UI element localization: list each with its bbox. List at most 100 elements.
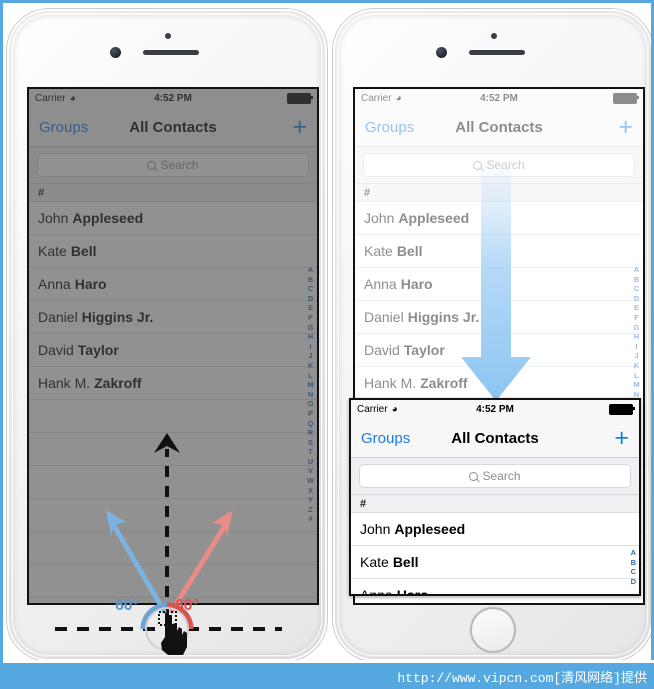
home-button[interactable] bbox=[470, 607, 516, 653]
index-letter[interactable]: B bbox=[631, 558, 636, 568]
alphabet-index-bar[interactable]: ABCDEFGHIJKLMNOPQRSTUVWXYZ# bbox=[307, 265, 314, 524]
contact-first-name: Daniel bbox=[38, 309, 78, 325]
contact-row-empty bbox=[29, 400, 317, 433]
contact-row[interactable]: Anna Haro bbox=[351, 579, 639, 594]
search-placeholder: Search bbox=[160, 158, 199, 172]
index-letter[interactable]: P bbox=[308, 409, 313, 419]
index-letter[interactable]: Q bbox=[308, 419, 314, 429]
index-letter[interactable]: I bbox=[309, 342, 311, 352]
index-letter[interactable]: K bbox=[634, 361, 639, 371]
index-letter[interactable]: M bbox=[307, 380, 313, 390]
contact-list: John Appleseed Kate Bell Anna Haro Daniel Higgi… bbox=[29, 202, 317, 603]
search-input[interactable]: Search bbox=[359, 464, 631, 488]
index-letter[interactable]: U bbox=[308, 457, 313, 467]
front-camera-icon bbox=[436, 47, 447, 58]
index-letter[interactable]: D bbox=[631, 577, 636, 587]
add-contact-button[interactable]: + bbox=[618, 114, 633, 140]
phone-left: Carrier ◕ 4:52 PM Groups All Contacts + … bbox=[7, 9, 327, 661]
index-letter[interactable]: H bbox=[308, 332, 313, 342]
contact-last-name: Bell bbox=[70, 243, 97, 259]
index-letter[interactable]: B bbox=[308, 275, 313, 285]
index-letter[interactable]: A bbox=[631, 548, 636, 558]
index-letter[interactable]: Y bbox=[308, 495, 313, 505]
proximity-sensor-icon bbox=[165, 33, 171, 39]
earpiece-speaker-icon bbox=[469, 50, 525, 55]
index-letter[interactable]: L bbox=[634, 371, 639, 381]
contact-row[interactable]: Anna Haro bbox=[355, 268, 643, 301]
index-letter[interactable]: A bbox=[634, 265, 639, 275]
contact-row[interactable]: John Appleseed bbox=[355, 202, 643, 235]
page-title: All Contacts bbox=[129, 118, 217, 136]
alphabet-index-bar[interactable]: ABCD bbox=[631, 548, 636, 586]
battery-icon bbox=[613, 93, 639, 104]
index-letter[interactable]: S bbox=[308, 438, 313, 448]
index-letter[interactable]: G bbox=[634, 323, 640, 333]
contact-row[interactable]: Kate Bell bbox=[29, 235, 317, 268]
index-letter[interactable]: C bbox=[308, 284, 313, 294]
search-icon bbox=[147, 160, 157, 170]
earpiece-speaker-icon bbox=[143, 50, 199, 55]
contact-first-name: Kate bbox=[38, 243, 67, 259]
contact-last-name: Taylor bbox=[77, 342, 119, 358]
contact-first-name: John bbox=[38, 210, 69, 226]
contact-row[interactable]: John Appleseed bbox=[351, 513, 639, 546]
hand-cursor-icon bbox=[158, 611, 187, 655]
section-header-hash: # bbox=[351, 495, 639, 513]
index-letter[interactable]: C bbox=[634, 284, 639, 294]
add-contact-button[interactable]: + bbox=[614, 425, 629, 451]
contact-row-empty bbox=[29, 499, 317, 532]
contact-row[interactable]: David Taylor bbox=[355, 334, 643, 367]
footer-bar: http://www.vipcn.com[清风网络]提供 bbox=[3, 663, 654, 689]
index-letter[interactable]: E bbox=[308, 303, 313, 313]
contact-first-name: David bbox=[38, 342, 74, 358]
index-letter[interactable]: H bbox=[634, 332, 639, 342]
contact-row[interactable]: Hank M. Zakroff bbox=[29, 367, 317, 400]
navigation-bar: Groups All Contacts + bbox=[355, 108, 643, 147]
contact-row[interactable]: John Appleseed bbox=[29, 202, 317, 235]
index-letter[interactable]: L bbox=[308, 371, 313, 381]
contact-row[interactable]: David Taylor bbox=[29, 334, 317, 367]
index-letter[interactable]: G bbox=[308, 323, 314, 333]
index-letter[interactable]: # bbox=[308, 514, 312, 524]
index-letter[interactable]: D bbox=[634, 294, 639, 304]
index-letter[interactable]: C bbox=[631, 567, 636, 577]
contact-last-name: Taylor bbox=[403, 342, 445, 358]
contact-first-name: Daniel bbox=[364, 309, 404, 325]
search-input[interactable]: Search bbox=[363, 153, 635, 177]
index-letter[interactable]: R bbox=[308, 428, 313, 438]
index-letter[interactable]: F bbox=[634, 313, 639, 323]
contact-row[interactable]: Kate Bell bbox=[351, 546, 639, 579]
search-input[interactable]: Search bbox=[37, 153, 309, 177]
clock-label: 4:52 PM bbox=[480, 93, 518, 104]
index-letter[interactable]: X bbox=[308, 486, 313, 496]
index-letter[interactable]: M bbox=[633, 380, 639, 390]
index-letter[interactable]: F bbox=[308, 313, 313, 323]
index-letter[interactable]: T bbox=[308, 447, 313, 457]
contact-row[interactable]: Daniel Higgins Jr. bbox=[355, 301, 643, 334]
contact-first-name: John bbox=[364, 210, 395, 226]
index-letter[interactable]: J bbox=[308, 351, 312, 361]
index-letter[interactable]: Z bbox=[308, 505, 313, 515]
index-letter[interactable]: A bbox=[308, 265, 313, 275]
search-bar-container: Search bbox=[351, 458, 639, 495]
contact-row[interactable]: Anna Haro bbox=[29, 268, 317, 301]
clock-label: 4:52 PM bbox=[154, 93, 192, 104]
index-letter[interactable]: D bbox=[308, 294, 313, 304]
contact-row[interactable]: Hank M. Zakroff bbox=[355, 367, 643, 400]
contact-last-name: Zakroff bbox=[94, 375, 142, 391]
contact-last-name: Haro bbox=[400, 276, 433, 292]
index-letter[interactable]: J bbox=[634, 351, 638, 361]
index-letter[interactable]: K bbox=[308, 361, 313, 371]
contact-row[interactable]: Kate Bell bbox=[355, 235, 643, 268]
index-letter[interactable]: N bbox=[308, 390, 313, 400]
index-letter[interactable]: B bbox=[634, 275, 639, 285]
contact-last-name: Appleseed bbox=[72, 210, 144, 226]
index-letter[interactable]: W bbox=[307, 476, 314, 486]
add-contact-button[interactable]: + bbox=[292, 114, 307, 140]
index-letter[interactable]: E bbox=[634, 303, 639, 313]
contact-last-name: Bell bbox=[392, 554, 419, 570]
contact-row[interactable]: Daniel Higgins Jr. bbox=[29, 301, 317, 334]
index-letter[interactable]: V bbox=[308, 466, 313, 476]
index-letter[interactable]: O bbox=[308, 399, 314, 409]
index-letter[interactable]: I bbox=[635, 342, 637, 352]
